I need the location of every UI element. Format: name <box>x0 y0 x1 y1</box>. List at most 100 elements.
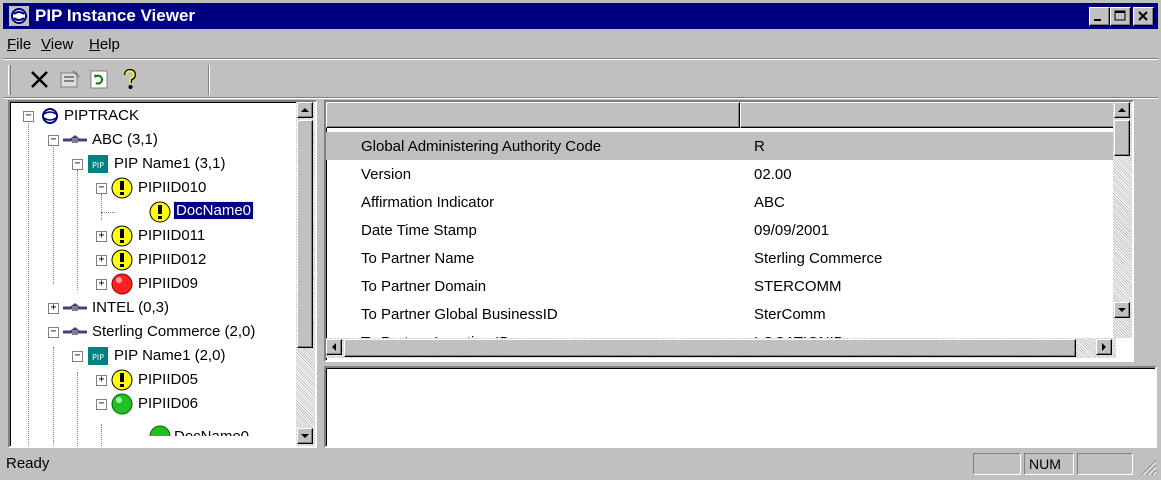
title-bar[interactable]: PIP Instance Viewer <box>3 3 1158 29</box>
detail-row[interactable]: To Partner Global BusinessID SterComm <box>326 300 1116 328</box>
status-pane-num: NUM <box>1024 453 1074 475</box>
tree-node-pipiid05[interactable]: + PIPIID05 <box>10 368 300 392</box>
detail-vscrollbar[interactable] <box>1113 102 1132 338</box>
detail-row-name: Affirmation Indicator <box>361 194 495 211</box>
expand-icon[interactable]: + <box>96 375 107 386</box>
refresh-icon <box>90 70 108 89</box>
expand-icon[interactable]: + <box>96 255 107 266</box>
warning-icon <box>111 177 133 199</box>
detail-row-name: To Partner Global BusinessID <box>361 306 558 323</box>
tree-line <box>101 212 115 213</box>
expand-icon[interactable]: + <box>48 303 59 314</box>
menu-help[interactable]: Help <box>89 36 120 53</box>
scroll-thumb[interactable] <box>344 339 1076 357</box>
tree-label: DocName0 <box>174 428 249 436</box>
collapse-icon[interactable]: − <box>48 327 59 338</box>
window-title: PIP Instance Viewer <box>35 6 196 25</box>
detail-row[interactable]: To Partner Name Sterling Commerce <box>326 244 1116 272</box>
detail-row-name: Version <box>361 166 412 183</box>
collapse-icon[interactable]: − <box>48 135 59 146</box>
app-window: PIP Instance Viewer File View Help − PIP… <box>0 0 1161 480</box>
detail-row-name: To Partner Name <box>361 250 475 267</box>
menu-bar: File View Help <box>3 31 1158 57</box>
refresh-button[interactable] <box>87 67 113 93</box>
detail-row-value: 09/09/2001 <box>754 222 830 239</box>
properties-icon <box>60 70 80 88</box>
tree-label: PIPIID012 <box>138 251 207 268</box>
tree-node-docname0[interactable]: DocName0 <box>10 200 310 224</box>
svg-text:PIP: PIP <box>92 353 104 362</box>
handshake-icon <box>63 327 87 335</box>
tree-scrollbar[interactable] <box>296 102 315 446</box>
arrow-down-icon <box>1118 308 1126 312</box>
close-icon <box>1138 11 1148 21</box>
delete-button[interactable] <box>27 67 53 93</box>
detail-row[interactable]: Version 02.00 <box>326 160 1116 188</box>
tree-label: ABC (3,1) <box>92 131 158 148</box>
close-button[interactable] <box>1133 7 1154 26</box>
scroll-down-button[interactable] <box>297 428 313 444</box>
expand-icon[interactable]: + <box>96 231 107 242</box>
menu-file[interactable]: File <box>7 36 31 53</box>
scroll-up-button[interactable] <box>1114 102 1130 118</box>
help-button[interactable] <box>117 67 143 93</box>
tree-node-pipiid012[interactable]: + PIPIID012 <box>10 248 300 272</box>
collapse-icon[interactable]: − <box>72 159 83 170</box>
minimize-button[interactable] <box>1089 7 1110 26</box>
splitter[interactable] <box>317 100 324 448</box>
collapse-icon[interactable]: − <box>23 111 34 122</box>
tree-node-abc[interactable]: − ABC (3,1) <box>10 128 300 152</box>
column-header-name[interactable] <box>326 102 740 128</box>
properties-button[interactable] <box>57 67 83 93</box>
scroll-up-button[interactable] <box>297 102 313 118</box>
tree-node-pipiid09[interactable]: + PIPIID09 <box>10 272 300 296</box>
toolbar-grip[interactable] <box>8 65 11 95</box>
delete-x-icon <box>31 71 48 88</box>
tree-label: INTEL (0,3) <box>92 299 169 316</box>
scroll-right-button[interactable] <box>1096 339 1112 355</box>
expand-icon[interactable]: + <box>96 279 107 290</box>
toolbar-end <box>208 65 210 95</box>
scroll-down-button[interactable] <box>1114 302 1130 318</box>
detail-row-name: Date Time Stamp <box>361 222 477 239</box>
tree-label: PIPIID011 <box>138 227 206 244</box>
collapse-icon[interactable]: − <box>72 351 83 362</box>
tree-node-pipiid06[interactable]: − PIPIID06 <box>10 392 300 416</box>
menu-view[interactable]: View <box>41 36 73 53</box>
scroll-left-button[interactable] <box>326 339 342 355</box>
maximize-icon <box>1114 10 1126 21</box>
tree-node-pip-name1-2[interactable]: − PIP PIP Name1 (2,0) <box>10 344 300 368</box>
tree-label: PIPIID010 <box>138 179 207 196</box>
maximize-button[interactable] <box>1110 7 1131 26</box>
detail-list[interactable]: Global Administering Authority Code R Vers… <box>324 100 1134 362</box>
detail-hscrollbar[interactable] <box>326 338 1116 358</box>
minimize-icon <box>1094 19 1101 21</box>
tree-node-docname-partial[interactable]: DocName0 <box>10 416 300 436</box>
message-panel[interactable] <box>324 366 1157 448</box>
tree-node-piptrack[interactable]: − PIPTRACK <box>10 104 300 128</box>
status-bar: Ready NUM <box>3 450 1158 478</box>
tree-node-sterling-commerce[interactable]: − Sterling Commerce (2,0) <box>10 320 300 344</box>
tree-node-pipiid010[interactable]: − PIPIID010 <box>10 176 300 200</box>
column-header-value[interactable] <box>740 102 1116 128</box>
tree-label: PIPIID06 <box>138 395 199 412</box>
detail-row[interactable]: Affirmation Indicator ABC <box>326 188 1116 216</box>
detail-row[interactable]: To Partner Domain STERCOMM <box>326 272 1116 300</box>
scroll-thumb[interactable] <box>297 120 313 348</box>
tree-label: PIP Name1 (2,0) <box>114 347 226 364</box>
collapse-icon[interactable]: − <box>96 183 107 194</box>
tree-node-pip-name1[interactable]: − PIP PIP Name1 (3,1) <box>10 152 300 176</box>
svg-text:PIP: PIP <box>92 161 104 170</box>
collapse-icon[interactable]: − <box>96 399 107 410</box>
tree-node-intel[interactable]: + INTEL (0,3) <box>10 296 300 320</box>
detail-row[interactable]: Date Time Stamp 09/09/2001 <box>326 216 1116 244</box>
tree-node-pipiid011[interactable]: + PIPIID011 <box>10 224 300 248</box>
scroll-thumb[interactable] <box>1114 120 1130 156</box>
tree-view[interactable]: − PIPTRACK − ABC (3,1) − PIP PIP Name1 (… <box>8 100 317 448</box>
resize-grip-icon[interactable] <box>1139 458 1157 476</box>
arrow-up-icon <box>301 108 309 112</box>
tree-label: PIPTRACK <box>64 107 140 124</box>
detail-row-value: R <box>754 138 765 155</box>
tree-label: PIP Name1 (3,1) <box>114 155 226 172</box>
detail-row[interactable]: Global Administering Authority Code R <box>326 132 1116 160</box>
